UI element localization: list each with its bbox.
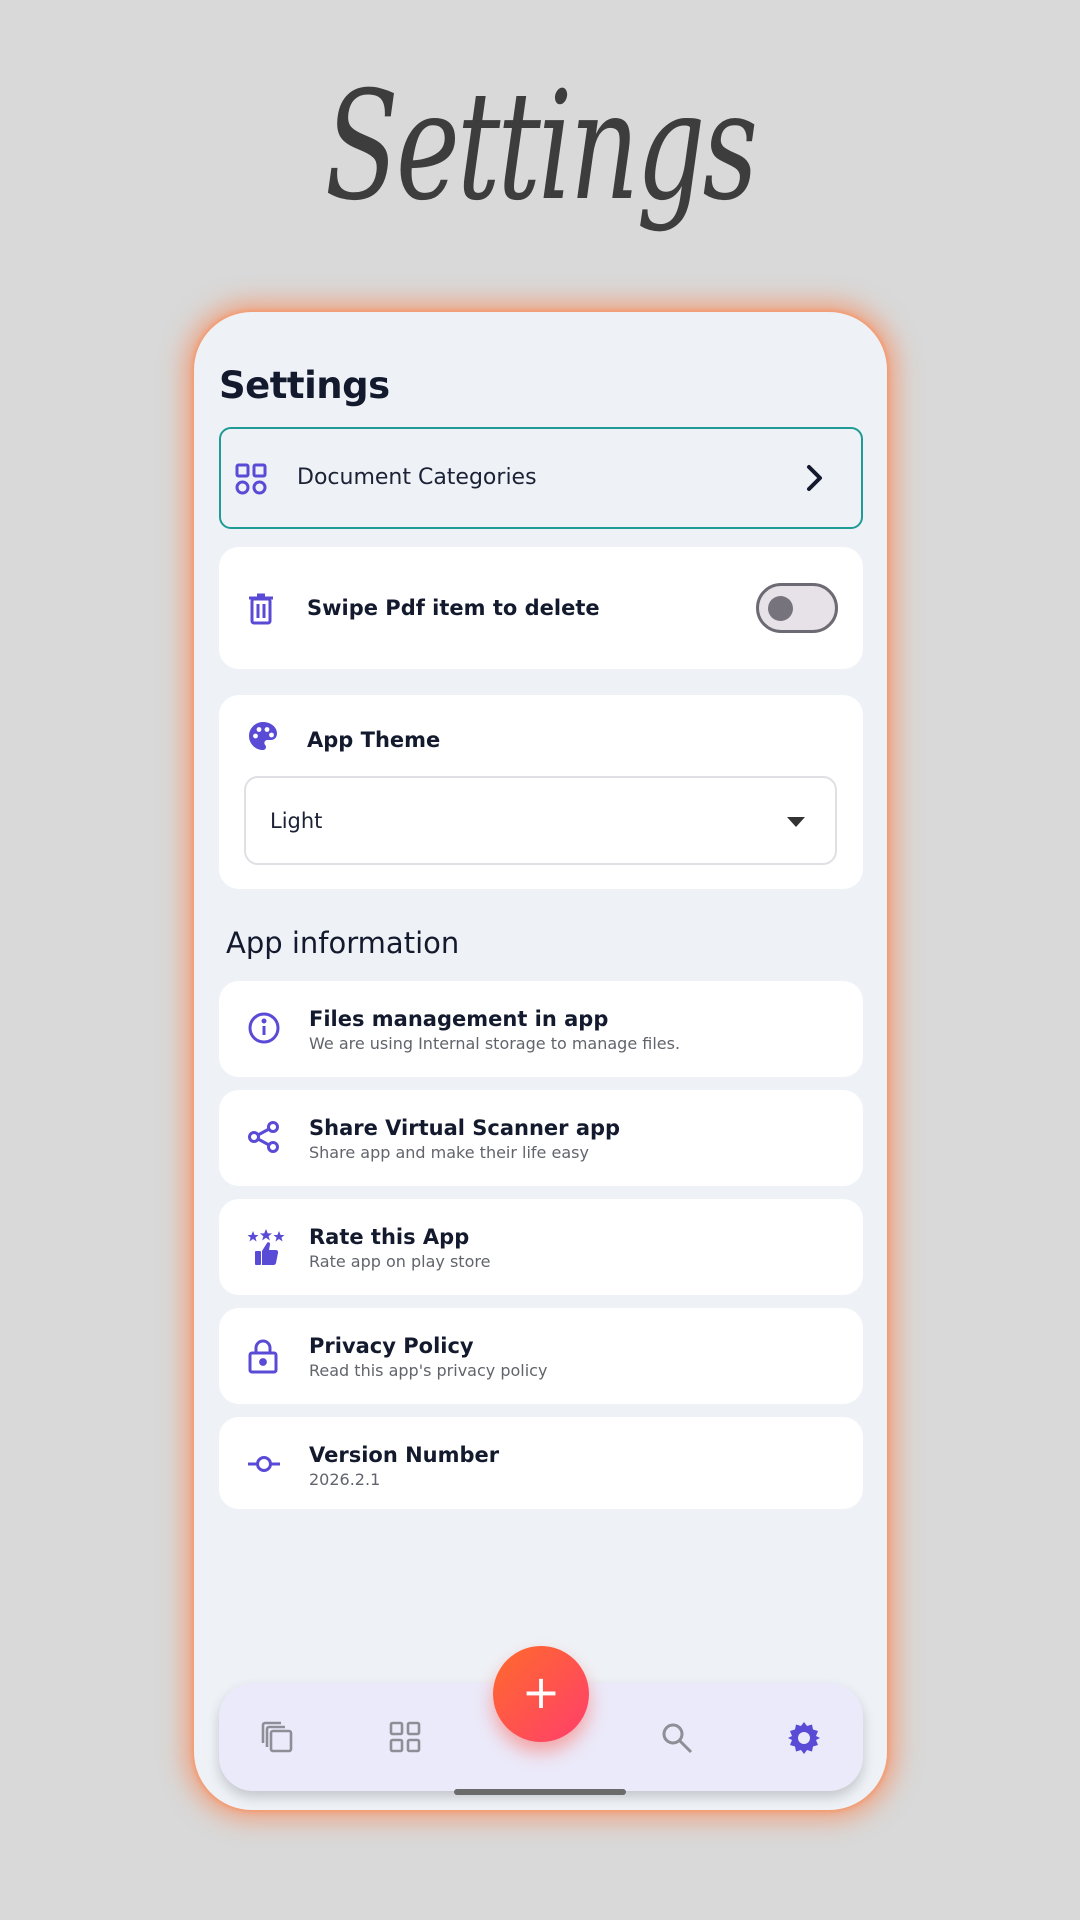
info-item-title: Privacy Policy xyxy=(309,1334,474,1358)
rate-stars-icon xyxy=(247,1229,285,1272)
app-information-heading: App information xyxy=(226,926,460,960)
phone-screen: Settings Document Categories Swipe Pdf i… xyxy=(194,312,887,1810)
document-categories-row[interactable]: Document Categories xyxy=(219,427,863,529)
page-title: Settings xyxy=(219,364,390,407)
rate-app-row[interactable]: Rate this App Rate app on play store xyxy=(219,1199,863,1295)
info-item-title: Version Number xyxy=(309,1443,500,1467)
chevron-right-icon xyxy=(805,463,825,498)
info-item-subtitle: We are using Internal storage to manage … xyxy=(309,1034,681,1053)
info-item-title: Share Virtual Scanner app xyxy=(309,1116,621,1140)
swipe-delete-toggle[interactable] xyxy=(756,583,838,633)
search-icon[interactable] xyxy=(660,1721,694,1760)
grid-icon xyxy=(235,463,267,500)
swipe-delete-row: Swipe Pdf item to delete xyxy=(219,547,863,669)
trash-icon xyxy=(247,593,275,630)
info-item-title: Files management in app xyxy=(309,1007,609,1031)
swipe-delete-label: Swipe Pdf item to delete xyxy=(307,596,600,620)
theme-select-value: Light xyxy=(270,809,323,833)
app-theme-card: App Theme Light xyxy=(219,695,863,889)
app-theme-label: App Theme xyxy=(307,728,441,752)
commit-icon xyxy=(247,1447,281,1486)
share-app-row[interactable]: Share Virtual Scanner app Share app and … xyxy=(219,1090,863,1186)
info-item-subtitle: Rate app on play store xyxy=(309,1252,491,1271)
hero-title: Settings xyxy=(324,60,758,234)
add-icon: + xyxy=(521,1665,561,1719)
document-categories-label: Document Categories xyxy=(297,465,537,490)
documents-icon[interactable] xyxy=(261,1721,295,1760)
info-item-title: Rate this App xyxy=(309,1225,470,1249)
palette-icon xyxy=(247,720,279,757)
share-icon xyxy=(247,1120,281,1159)
categories-icon[interactable] xyxy=(389,1721,421,1758)
info-icon xyxy=(247,1011,281,1050)
caret-down-icon xyxy=(787,817,805,827)
add-document-fab[interactable]: + xyxy=(493,1646,589,1742)
info-item-subtitle: Share app and make their life easy xyxy=(309,1143,589,1162)
device-frame: Settings Settings Document Categories Sw… xyxy=(0,0,1080,1920)
files-management-row[interactable]: Files management in app We are using Int… xyxy=(219,981,863,1077)
home-indicator xyxy=(454,1789,626,1795)
version-number-row: Version Number 2026.2.1 xyxy=(219,1417,863,1509)
theme-select[interactable]: Light xyxy=(244,776,837,865)
privacy-policy-row[interactable]: Privacy Policy Read this app's privacy p… xyxy=(219,1308,863,1404)
toggle-knob xyxy=(768,596,793,621)
version-value: 2026.2.1 xyxy=(309,1470,381,1489)
info-item-subtitle: Read this app's privacy policy xyxy=(309,1361,548,1380)
lock-icon xyxy=(247,1338,279,1379)
settings-icon[interactable] xyxy=(787,1721,821,1760)
